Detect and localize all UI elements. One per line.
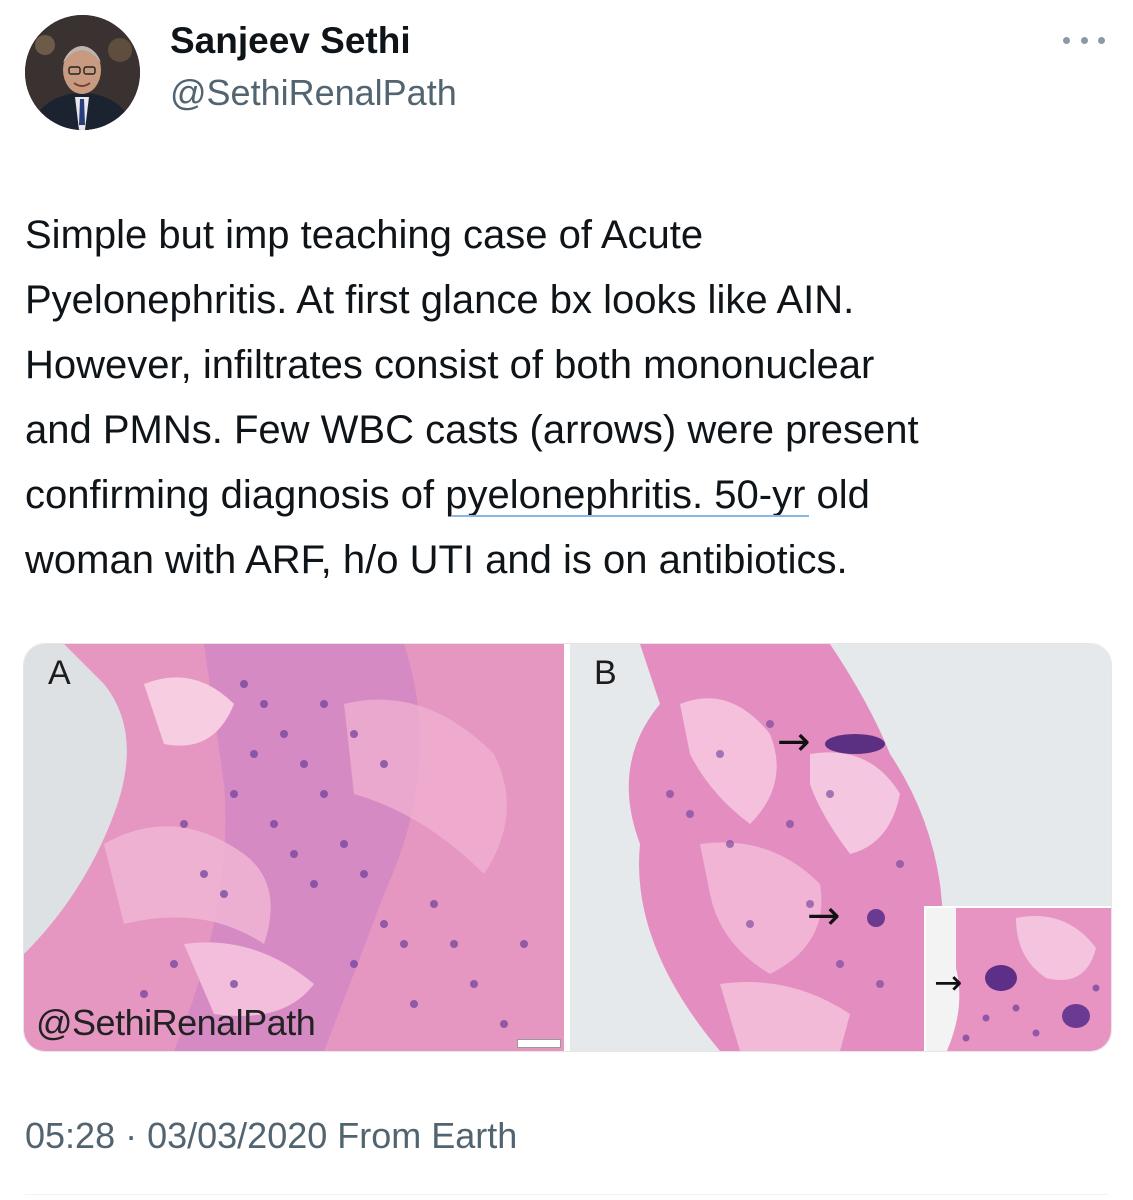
tweet-media-image[interactable]: A @SethiRenalPath B → → →: [23, 643, 1112, 1052]
micrograph-panel-b: B → → →: [570, 644, 1111, 1051]
dot: [1080, 36, 1088, 44]
right-arrow: →: [934, 963, 963, 1003]
divider: [25, 1194, 1108, 1195]
dot: [1063, 36, 1070, 44]
tweet-text: Simple but imp teaching case of Acute Py…: [25, 213, 919, 582]
right-arrow: →: [807, 893, 841, 939]
micrograph-panel-a: A @SethiRenalPath: [24, 644, 564, 1051]
more-dots-icon[interactable]: [1063, 28, 1105, 52]
avatar[interactable]: [25, 15, 140, 130]
dot: [1098, 36, 1105, 44]
tweet-timestamp[interactable]: 05:28 · 03/03/2020 From Earth: [25, 1115, 517, 1157]
author-display-name[interactable]: Sanjeev Sethi: [170, 20, 411, 62]
tissue-a: [24, 644, 564, 1051]
panel-a-label: A: [48, 654, 71, 692]
panel-b-label: B: [594, 654, 617, 692]
avatar-photo: [25, 15, 140, 130]
micrograph-inset: →: [924, 906, 1111, 1051]
scale-bar: [517, 1039, 561, 1048]
watermark: @SethiRenalPath: [36, 1002, 316, 1043]
right-arrow: →: [777, 719, 811, 765]
spellcheck-underline: [452, 515, 809, 517]
author-handle[interactable]: @SethiRenalPath: [170, 72, 457, 114]
